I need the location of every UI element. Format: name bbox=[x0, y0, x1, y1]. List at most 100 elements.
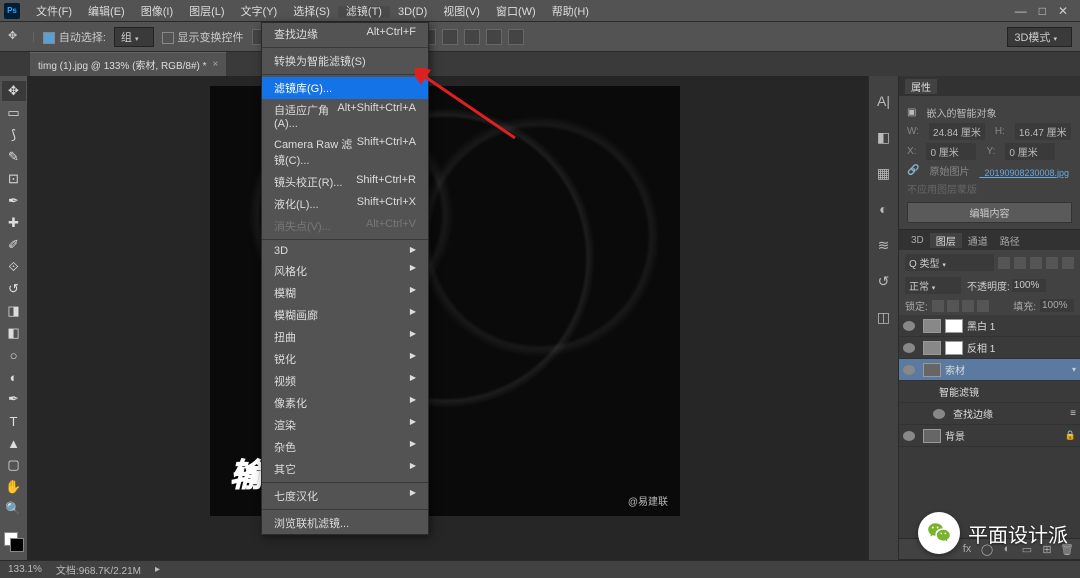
visibility-eye-icon[interactable] bbox=[903, 321, 915, 331]
close-icon[interactable]: ✕ bbox=[1058, 4, 1068, 18]
3d-mode-dropdown[interactable]: 3D模式 ▾ bbox=[1007, 27, 1072, 47]
menu-item[interactable]: 滤镜库(G)... bbox=[262, 77, 428, 99]
fill-input[interactable]: 100% bbox=[1040, 299, 1074, 312]
brush-tool[interactable]: ✐ bbox=[2, 235, 26, 255]
eyedropper-tool[interactable]: ✒ bbox=[2, 191, 26, 211]
color-swatches[interactable] bbox=[0, 528, 27, 556]
background-swatch[interactable] bbox=[10, 538, 24, 552]
y-value[interactable]: 0 厘米 bbox=[1005, 143, 1055, 160]
layers-tab[interactable]: 图层 bbox=[930, 233, 962, 248]
distribute-icon[interactable] bbox=[508, 29, 524, 45]
menu-item[interactable]: 模糊画廊▶ bbox=[262, 304, 428, 326]
type-tool[interactable]: T bbox=[2, 411, 26, 431]
zoom-level[interactable]: 133.1% bbox=[8, 564, 42, 575]
menu-item[interactable]: 转换为智能滤镜(S) bbox=[262, 50, 428, 72]
x-value[interactable]: 0 厘米 bbox=[926, 143, 976, 160]
menubar-item[interactable]: 图像(I) bbox=[133, 6, 181, 18]
lock-transparent-icon[interactable] bbox=[932, 300, 944, 312]
maximize-icon[interactable]: □ bbox=[1039, 4, 1046, 18]
minimize-icon[interactable]: — bbox=[1015, 4, 1027, 18]
lock-position-icon[interactable] bbox=[962, 300, 974, 312]
chevron-right-icon[interactable]: ▸ bbox=[155, 564, 160, 575]
lock-pixels-icon[interactable] bbox=[947, 300, 959, 312]
swatches-icon[interactable]: ▦ bbox=[875, 164, 893, 182]
document-tab[interactable]: timg (1).jpg @ 133% (索材, RGB/8#) * × bbox=[30, 52, 226, 76]
blend-mode-dropdown[interactable]: 正常 ▾ bbox=[905, 277, 961, 294]
path-select-tool[interactable]: ▲ bbox=[2, 433, 26, 453]
color-icon[interactable]: ◧ bbox=[875, 128, 893, 146]
layer-row[interactable]: 索材▾ bbox=[899, 359, 1080, 381]
crop-tool[interactable]: ⊡ bbox=[2, 169, 26, 189]
menu-item[interactable]: 像素化▶ bbox=[262, 392, 428, 414]
menubar-item[interactable]: 文件(F) bbox=[28, 6, 80, 18]
menu-item[interactable]: 杂色▶ bbox=[262, 436, 428, 458]
menubar-item[interactable]: 视图(V) bbox=[435, 6, 488, 18]
distribute-icon[interactable] bbox=[486, 29, 502, 45]
pen-tool[interactable]: ✒ bbox=[2, 389, 26, 409]
menubar-item[interactable]: 选择(S) bbox=[285, 6, 338, 18]
adjustments-icon[interactable]: ◐ bbox=[875, 200, 893, 218]
doc-info[interactable]: 文档:968.7K/2.21M bbox=[56, 562, 141, 577]
history-brush-tool[interactable]: ↺ bbox=[2, 279, 26, 299]
layer-row[interactable]: 反相 1 bbox=[899, 337, 1080, 359]
visibility-eye-icon[interactable] bbox=[903, 343, 915, 353]
menubar-item[interactable]: 帮助(H) bbox=[544, 6, 597, 18]
menu-item[interactable]: Camera Raw 滤镜(C)...Shift+Ctrl+A bbox=[262, 133, 428, 171]
styles-icon[interactable]: ≋ bbox=[875, 236, 893, 254]
menu-item[interactable]: 浏览联机滤镜... bbox=[262, 512, 428, 534]
menubar-item[interactable]: 编辑(E) bbox=[80, 6, 133, 18]
menu-item[interactable]: 其它▶ bbox=[262, 458, 428, 480]
menu-item[interactable]: 锐化▶ bbox=[262, 348, 428, 370]
menu-item[interactable]: 扭曲▶ bbox=[262, 326, 428, 348]
menu-item[interactable]: 查找边缘Alt+Ctrl+F bbox=[262, 23, 428, 45]
menu-item[interactable]: 七度汉化▶ bbox=[262, 485, 428, 507]
layers-tab[interactable]: 路径 bbox=[994, 233, 1026, 248]
auto-select-checkbox[interactable]: 自动选择: bbox=[43, 29, 106, 45]
layer-row[interactable]: 智能滤镜 bbox=[899, 381, 1080, 403]
distribute-icon[interactable] bbox=[442, 29, 458, 45]
opacity-input[interactable]: 100% bbox=[1012, 279, 1046, 292]
layer-row[interactable]: 黑白 1 bbox=[899, 315, 1080, 337]
zoom-tool[interactable]: 🔍 bbox=[2, 499, 26, 519]
libraries-icon[interactable]: A| bbox=[875, 92, 893, 110]
visibility-eye-icon[interactable] bbox=[933, 409, 945, 419]
visibility-eye-icon[interactable] bbox=[919, 387, 931, 397]
layer-row[interactable]: 查找边缘≡ bbox=[899, 403, 1080, 425]
src-link[interactable]: _20190908230008.jpg bbox=[979, 168, 1069, 178]
edit-content-button[interactable]: 编辑内容 bbox=[907, 202, 1072, 223]
menu-item[interactable]: 镜头校正(R)...Shift+Ctrl+R bbox=[262, 171, 428, 193]
blur-tool[interactable]: ○ bbox=[2, 345, 26, 365]
menu-item[interactable]: 风格化▶ bbox=[262, 260, 428, 282]
properties-tab[interactable]: 属性 bbox=[905, 79, 937, 94]
quick-select-tool[interactable]: ✎ bbox=[2, 147, 26, 167]
document-tab-close-icon[interactable]: × bbox=[213, 59, 219, 70]
filter-pixel-icon[interactable] bbox=[998, 257, 1010, 269]
hand-tool[interactable]: ✋ bbox=[2, 477, 26, 497]
layer-filter-dropdown[interactable]: Q 类型 ▾ bbox=[905, 254, 994, 271]
clone-stamp-tool[interactable]: ⟐ bbox=[2, 257, 26, 277]
height-value[interactable]: 16.47 厘米 bbox=[1015, 123, 1071, 140]
gradient-tool[interactable]: ◧ bbox=[2, 323, 26, 343]
canvas-area[interactable]: 输，一起扛 @易建联 bbox=[28, 76, 868, 560]
filter-adjust-icon[interactable] bbox=[1014, 257, 1026, 269]
show-transform-checkbox[interactable]: 显示变换控件 bbox=[162, 29, 244, 45]
auto-select-dropdown[interactable]: 组 ▾ bbox=[114, 27, 154, 47]
history-icon[interactable]: ↺ bbox=[875, 272, 893, 290]
move-tool[interactable]: ✥ bbox=[2, 81, 26, 101]
menu-item[interactable]: 3D▶ bbox=[262, 242, 428, 260]
menubar-item[interactable]: 窗口(W) bbox=[488, 6, 544, 18]
lock-all-icon[interactable] bbox=[977, 300, 989, 312]
width-value[interactable]: 24.84 厘米 bbox=[929, 123, 985, 140]
channels-icon[interactable]: ◫ bbox=[875, 308, 893, 326]
spot-heal-tool[interactable]: ✚ bbox=[2, 213, 26, 233]
layers-tab[interactable]: 3D bbox=[905, 235, 930, 246]
visibility-eye-icon[interactable] bbox=[903, 365, 915, 375]
menubar-item[interactable]: 文字(Y) bbox=[233, 6, 286, 18]
menubar-item[interactable]: 图层(L) bbox=[181, 6, 232, 18]
lasso-tool[interactable]: ⟆ bbox=[2, 125, 26, 145]
marquee-tool[interactable]: ▭ bbox=[2, 103, 26, 123]
layers-tab[interactable]: 通道 bbox=[962, 233, 994, 248]
menu-item[interactable]: 模糊▶ bbox=[262, 282, 428, 304]
layer-row[interactable]: 背景🔒 bbox=[899, 425, 1080, 447]
menu-item[interactable]: 渲染▶ bbox=[262, 414, 428, 436]
